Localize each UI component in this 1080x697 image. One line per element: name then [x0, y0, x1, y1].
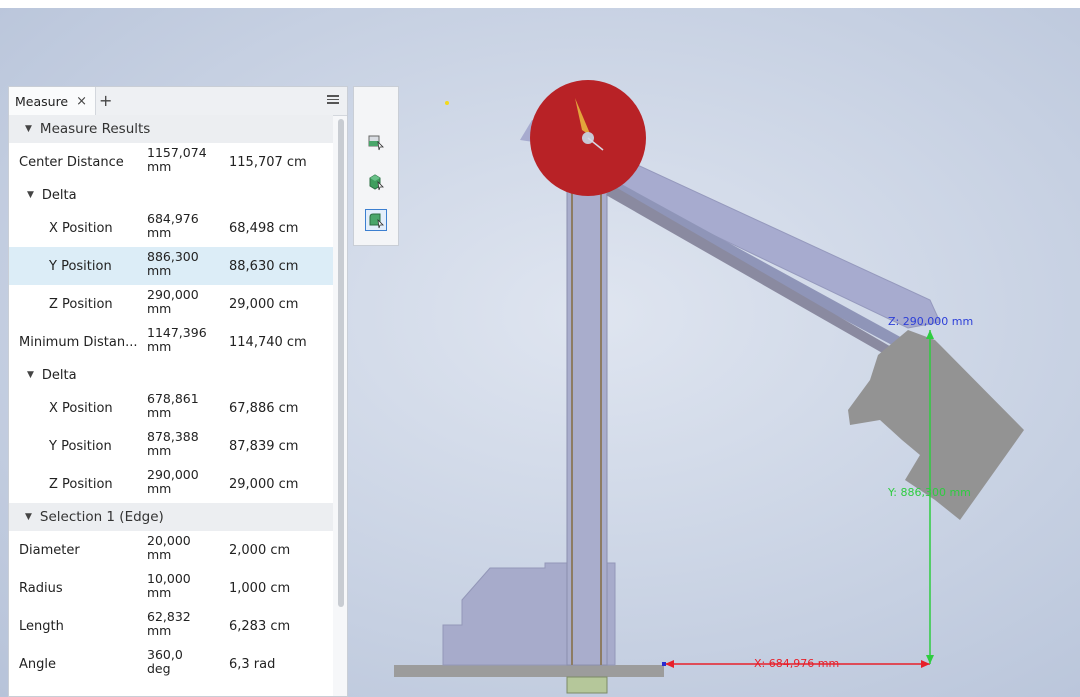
- panel-menu-icon[interactable]: [327, 93, 339, 106]
- close-tab-icon[interactable]: ×: [76, 94, 87, 109]
- collapse-arrow-icon: ▼: [27, 190, 34, 200]
- origin-point: [445, 101, 449, 105]
- base-plate: [394, 665, 664, 677]
- add-tab-button[interactable]: +: [99, 91, 112, 110]
- collapse-arrow-icon: ▼: [25, 512, 32, 522]
- result-row[interactable]: Minimum Distan... 1147,396 mm 114,740 cm: [9, 323, 333, 361]
- scrollbar-thumb[interactable]: [338, 119, 344, 607]
- measure-results-list: ▼ Measure Results Center Distance 1157,074…: [9, 115, 333, 696]
- result-row[interactable]: Length 62,832 mm 6,283 cm: [9, 607, 333, 645]
- measure-panel: Measure × + ▼ Measure Results Center Dist…: [8, 86, 348, 697]
- tab-measure-label: Measure: [15, 93, 69, 109]
- select-edge-icon[interactable]: [365, 209, 387, 231]
- result-row[interactable]: X Position 684,976 mm 68,498 cm: [9, 209, 333, 247]
- delta-group[interactable]: ▼ Delta: [9, 181, 333, 209]
- panel-scrollbar[interactable]: [337, 117, 345, 692]
- collapse-arrow-icon: ▼: [25, 124, 32, 134]
- panel-tab-bar: Measure × +: [9, 87, 347, 116]
- section-measure-results[interactable]: ▼ Measure Results: [9, 115, 333, 143]
- selection-filter-toolbar: [353, 86, 399, 246]
- section-selection-1[interactable]: ▼ Selection 1 (Edge): [9, 503, 333, 531]
- arm-beam: [597, 149, 941, 329]
- result-row[interactable]: Z Position 290,000 mm 29,000 cm: [9, 465, 333, 503]
- result-row[interactable]: Diameter 20,000 mm 2,000 cm: [9, 531, 333, 569]
- result-row[interactable]: Center Distance 1157,074 mm 115,707 cm: [9, 143, 333, 181]
- dim-x-label: X: 684,976 mm: [754, 657, 840, 670]
- base-foot: [566, 676, 608, 694]
- collapse-arrow-icon: ▼: [27, 370, 34, 380]
- select-face-icon[interactable]: [365, 131, 387, 153]
- result-row[interactable]: Y Position 878,388 mm 87,839 cm: [9, 427, 333, 465]
- delta-group[interactable]: ▼ Delta: [9, 361, 333, 389]
- dim-z-label: Z: 290,000 mm: [888, 315, 974, 328]
- result-row[interactable]: X Position 678,861 mm 67,886 cm: [9, 389, 333, 427]
- tab-measure[interactable]: Measure ×: [9, 87, 97, 115]
- result-row[interactable]: Z Position 290,000 mm 29,000 cm: [9, 285, 333, 323]
- select-body-icon[interactable]: [365, 171, 387, 193]
- result-row[interactable]: Angle 360,0 deg 6,3 rad: [9, 645, 333, 683]
- result-row[interactable]: Radius 10,000 mm 1,000 cm: [9, 569, 333, 607]
- result-row-selected[interactable]: Y Position 886,300 mm 88,630 cm: [9, 247, 333, 285]
- dim-y-label: Y: 886,300 mm: [888, 486, 971, 499]
- arm-brace-1: [600, 175, 915, 352]
